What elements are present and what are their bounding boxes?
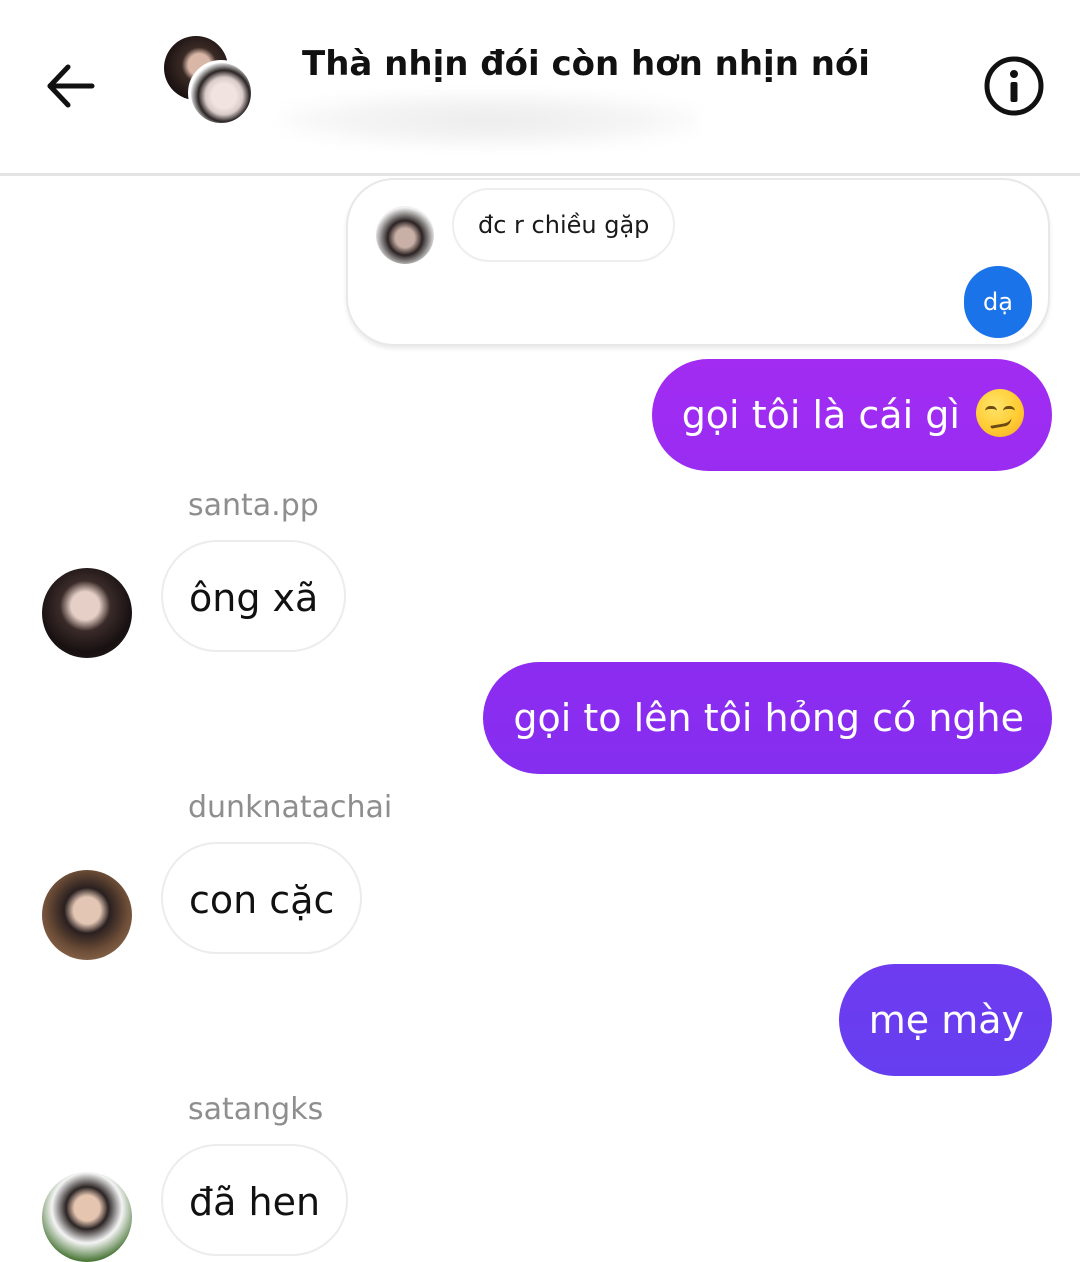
sender-name: santa.pp — [188, 488, 319, 523]
back-button[interactable] — [38, 54, 102, 118]
avatar[interactable] — [42, 568, 132, 658]
sender-name: dunknatachai — [188, 790, 393, 825]
quoted-reply-card[interactable]: đc r chiều gặp dạ — [346, 178, 1050, 346]
sender-name: satangks — [188, 1092, 324, 1127]
quoted-message: đc r chiều gặp — [452, 188, 676, 262]
subtitle-blurred — [280, 92, 700, 148]
message-text: con cặc — [189, 878, 335, 922]
info-circle-icon — [984, 56, 1044, 116]
chat-header: Thà nhịn đói còn hơn nhịn nói — [0, 0, 1080, 176]
avatar[interactable] — [42, 1172, 132, 1262]
group-avatar[interactable] — [164, 36, 256, 128]
message-text: gọi tôi là cái gì — [681, 393, 960, 437]
chat-title[interactable]: Thà nhịn đói còn hơn nhịn nói — [302, 44, 870, 84]
arrow-left-icon — [47, 64, 95, 108]
message-text: gọi to lên tôi hỏng có nghe — [513, 696, 1024, 740]
outgoing-message[interactable]: gọi to lên tôi hỏng có nghe — [483, 662, 1052, 774]
member-avatar-2 — [188, 60, 254, 126]
avatar[interactable] — [42, 870, 132, 960]
incoming-message[interactable]: đã hen — [161, 1144, 349, 1256]
avatar — [376, 206, 434, 264]
info-button[interactable] — [982, 54, 1046, 118]
quoted-reply: dạ — [964, 266, 1032, 338]
incoming-message[interactable]: con cặc — [161, 842, 363, 954]
outgoing-message[interactable]: mẹ mày — [838, 964, 1052, 1076]
message-text: mẹ mày — [868, 998, 1024, 1042]
message-text: ông xã — [189, 576, 319, 620]
message-text: đã hen — [189, 1180, 321, 1224]
outgoing-message[interactable]: gọi tôi là cái gì — [651, 359, 1052, 471]
incoming-message[interactable]: ông xã — [161, 540, 347, 652]
smirking-face-emoji-icon — [976, 389, 1024, 437]
